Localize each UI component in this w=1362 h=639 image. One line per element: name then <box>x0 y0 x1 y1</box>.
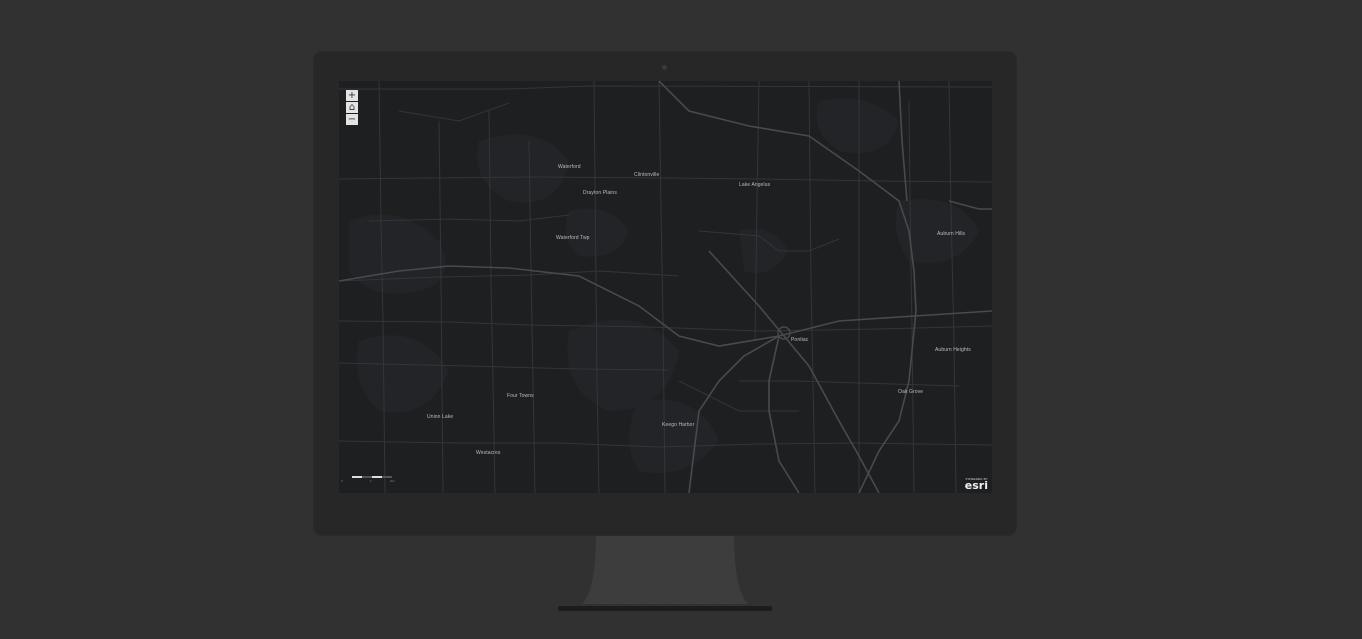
scale-label-right: 2mi <box>390 479 395 483</box>
camera-icon <box>662 65 667 70</box>
place-label-clintonville: Clintonville <box>634 172 660 178</box>
scale-line <box>352 476 392 478</box>
place-label-pontiac: Pontiac <box>791 337 809 343</box>
zoom-out-button[interactable]: − <box>346 114 358 125</box>
place-label-auburn-hills: Auburn Hills <box>937 231 966 237</box>
place-label-drayton-plains: Drayton Plains <box>583 190 617 196</box>
place-label-waterford: Waterford <box>558 164 581 170</box>
esri-logo[interactable]: POWERED BY esri <box>962 477 988 491</box>
map-canvas[interactable] <box>339 81 992 493</box>
place-label-four-towns: Four Towns <box>507 393 534 399</box>
place-label-oak-grove: Oak Grove <box>898 389 924 395</box>
scale-label-left: 0 <box>341 479 343 483</box>
map-view[interactable]: + ⌂ − Waterford Clintonville Drayton Pla… <box>339 81 992 493</box>
home-button[interactable]: ⌂ <box>346 102 358 113</box>
page: + ⌂ − Waterford Clintonville Drayton Pla… <box>0 0 1362 639</box>
zoom-in-button[interactable]: + <box>346 90 358 101</box>
zoom-controls: + ⌂ − <box>346 90 358 125</box>
scale-label-mid: 1 <box>370 479 372 483</box>
scale-bar: 0 1 2mi <box>340 474 400 484</box>
place-label-keego-harbor: Keego Harbor <box>662 422 695 428</box>
place-label-westacres: Westacres <box>476 450 501 456</box>
place-label-lake-angelus: Lake Angelus <box>739 182 771 188</box>
stand-base <box>558 606 772 611</box>
place-label-auburn-heights: Auburn Heights <box>935 347 971 353</box>
place-label-waterford-twp: Waterford Twp <box>556 235 590 241</box>
esri-brand-text: esri <box>964 479 988 492</box>
place-label-union-lake: Union Lake <box>427 414 454 420</box>
